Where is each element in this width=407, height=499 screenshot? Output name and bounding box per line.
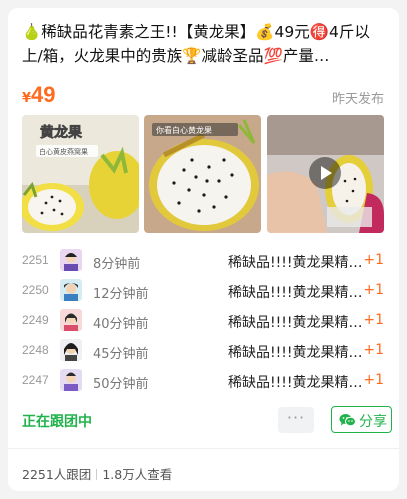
avatar bbox=[60, 339, 82, 361]
share-button[interactable]: 分享 bbox=[331, 406, 392, 433]
order-quantity: +1 bbox=[363, 342, 384, 358]
post-stats: 2251人跟团 1.8万人查看 bbox=[22, 464, 172, 483]
dragonfruit-cut-photo-icon: 你看白心黄龙果 bbox=[144, 115, 261, 233]
price-symbol: ¥ bbox=[22, 91, 32, 106]
order-quantity: +1 bbox=[363, 282, 384, 298]
wechat-icon bbox=[339, 414, 356, 427]
order-number: 2247 bbox=[22, 373, 49, 387]
stats-separator bbox=[96, 469, 98, 480]
order-product: 稀缺品!!!!黄龙果精… bbox=[228, 255, 363, 271]
thumb-overlay-caption: 白心黄皮燕窝果 bbox=[39, 147, 88, 156]
order-time: 50分钟前 bbox=[93, 377, 149, 392]
media-thumbnail-1[interactable]: 黄龙果 白心黄皮燕窝果 bbox=[22, 115, 139, 233]
avatar bbox=[60, 279, 82, 301]
more-button[interactable]: ··· bbox=[278, 407, 314, 433]
avatar bbox=[60, 309, 82, 331]
followers-count: 2251人跟团 bbox=[22, 467, 92, 482]
list-item[interactable]: 2247 50分钟前 稀缺品!!!!黄龙果精… +1 bbox=[22, 366, 384, 396]
order-number: 2251 bbox=[22, 253, 49, 267]
avatar bbox=[60, 369, 82, 391]
media-gallery: 黄龙果 白心黄皮燕窝果 你看白心黄龙果 bbox=[22, 115, 384, 233]
post-title[interactable]: 🍐稀缺品花青素之王!!【黄龙果】💰49元🉐4斤以上/箱，火龙果中的贵族🏆减龄圣品… bbox=[22, 20, 384, 68]
order-number: 2250 bbox=[22, 283, 49, 297]
order-quantity: +1 bbox=[363, 312, 384, 328]
order-list: 2251 8分钟前 稀缺品!!!!黄龙果精… +1 2250 12分钟前 稀缺品… bbox=[22, 246, 384, 396]
order-number: 2249 bbox=[22, 313, 49, 327]
order-time: 8分钟前 bbox=[93, 257, 141, 272]
group-buy-card[interactable]: 🍐稀缺品花青素之王!!【黄龙果】💰49元🉐4斤以上/箱，火龙果中的贵族🏆减龄圣品… bbox=[8, 8, 399, 491]
order-quantity: +1 bbox=[363, 372, 384, 388]
share-label: 分享 bbox=[359, 414, 387, 430]
order-time: 12分钟前 bbox=[93, 287, 149, 302]
price-row: ¥49 昨天发布 bbox=[22, 82, 384, 112]
price: ¥49 bbox=[22, 82, 56, 108]
action-bar: 正在跟团中 ··· 分享 bbox=[22, 406, 392, 436]
order-time: 45分钟前 bbox=[93, 347, 149, 362]
posted-time: 昨天发布 bbox=[331, 92, 384, 107]
thumb-overlay-title: 黄龙果 bbox=[40, 124, 83, 141]
list-item[interactable]: 2251 8分钟前 稀缺品!!!!黄龙果精… +1 bbox=[22, 246, 384, 276]
media-thumbnail-3[interactable] bbox=[267, 115, 384, 233]
list-item[interactable]: 2249 40分钟前 稀缺品!!!!黄龙果精… +1 bbox=[22, 306, 384, 336]
price-value: 49 bbox=[31, 82, 56, 107]
order-product: 稀缺品!!!!黄龙果精… bbox=[228, 345, 363, 361]
list-item[interactable]: 2248 45分钟前 稀缺品!!!!黄龙果精… +1 bbox=[22, 336, 384, 366]
following-status[interactable]: 正在跟团中 bbox=[22, 411, 92, 431]
order-product: 稀缺品!!!!黄龙果精… bbox=[228, 315, 363, 331]
order-time: 40分钟前 bbox=[93, 317, 149, 332]
media-thumbnail-2[interactable]: 你看白心黄龙果 bbox=[144, 115, 261, 233]
thumb-overlay-caption: 你看白心黄龙果 bbox=[156, 125, 212, 135]
order-quantity: +1 bbox=[363, 252, 384, 268]
divider bbox=[8, 448, 399, 449]
play-icon[interactable] bbox=[309, 157, 341, 189]
views-count: 1.8万人查看 bbox=[102, 467, 173, 482]
order-number: 2248 bbox=[22, 343, 49, 357]
avatar bbox=[60, 249, 82, 271]
order-product: 稀缺品!!!!黄龙果精… bbox=[228, 285, 363, 301]
order-product: 稀缺品!!!!黄龙果精… bbox=[228, 375, 363, 391]
list-item[interactable]: 2250 12分钟前 稀缺品!!!!黄龙果精… +1 bbox=[22, 276, 384, 306]
dragonfruit-photo-icon: 黄龙果 白心黄皮燕窝果 bbox=[22, 115, 139, 233]
